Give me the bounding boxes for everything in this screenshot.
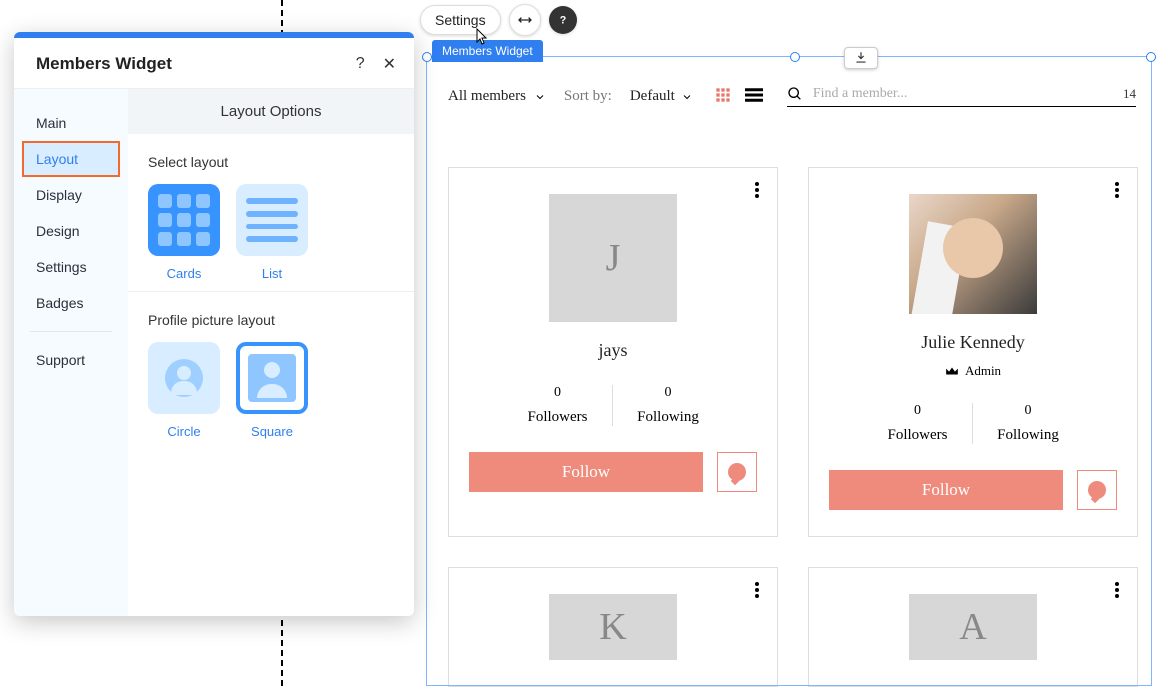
panel-side-nav: Main Layout Display Design Settings Badg… [14, 89, 128, 616]
attach-button[interactable] [844, 47, 878, 69]
selection-frame [426, 56, 1152, 686]
nav-item-support[interactable]: Support [14, 342, 128, 378]
option-label: List [262, 266, 282, 281]
nav-item-design[interactable]: Design [14, 213, 128, 249]
help-button[interactable]: ? [549, 6, 577, 34]
panel-content: Layout Options Select layout Cards Li [128, 89, 414, 616]
section-select-layout: Select layout Cards List [128, 134, 414, 292]
nav-item-layout[interactable]: Layout [22, 141, 120, 177]
picture-option-square[interactable]: Square [236, 342, 308, 439]
resize-handle[interactable] [422, 52, 432, 62]
cards-layout-icon [148, 184, 220, 256]
resize-handle[interactable] [790, 52, 800, 62]
nav-divider [30, 331, 112, 332]
circle-avatar-icon [148, 342, 220, 414]
panel-help-button[interactable]: ? [356, 55, 365, 73]
nav-item-display[interactable]: Display [14, 177, 128, 213]
option-label: Cards [167, 266, 202, 281]
option-label: Square [251, 424, 293, 439]
panel-header: Members Widget ? ✕ [14, 38, 414, 89]
panel-header-actions: ? ✕ [356, 54, 396, 74]
floating-toolbar: Settings ? [420, 4, 577, 36]
layout-option-row: Cards List [148, 184, 394, 281]
section-picture-layout: Profile picture layout Circle Square [128, 292, 414, 449]
resize-handle[interactable] [1146, 52, 1156, 62]
cursor-icon [472, 28, 488, 48]
help-icon: ? [555, 12, 571, 28]
panel-body: Main Layout Display Design Settings Badg… [14, 89, 414, 616]
section-title: Select layout [148, 154, 394, 170]
stretch-button[interactable] [509, 4, 541, 36]
nav-item-settings[interactable]: Settings [14, 249, 128, 285]
nav-item-main[interactable]: Main [14, 105, 128, 141]
list-layout-icon [236, 184, 308, 256]
download-icon [854, 51, 868, 65]
option-label: Circle [167, 424, 200, 439]
layout-option-list[interactable]: List [236, 184, 308, 281]
svg-text:?: ? [559, 14, 566, 26]
settings-button[interactable]: Settings [420, 5, 501, 35]
section-title: Profile picture layout [148, 312, 394, 328]
layout-option-cards[interactable]: Cards [148, 184, 220, 281]
square-avatar-icon [236, 342, 308, 414]
stretch-icon [517, 12, 533, 28]
panel-title: Members Widget [36, 54, 172, 74]
content-header: Layout Options [128, 89, 414, 134]
settings-button-label: Settings [435, 12, 486, 28]
nav-item-badges[interactable]: Badges [14, 285, 128, 321]
picture-option-row: Circle Square [148, 342, 394, 439]
settings-panel: Members Widget ? ✕ Main Layout Display D… [14, 32, 414, 616]
picture-option-circle[interactable]: Circle [148, 342, 220, 439]
panel-close-button[interactable]: ✕ [383, 54, 396, 74]
